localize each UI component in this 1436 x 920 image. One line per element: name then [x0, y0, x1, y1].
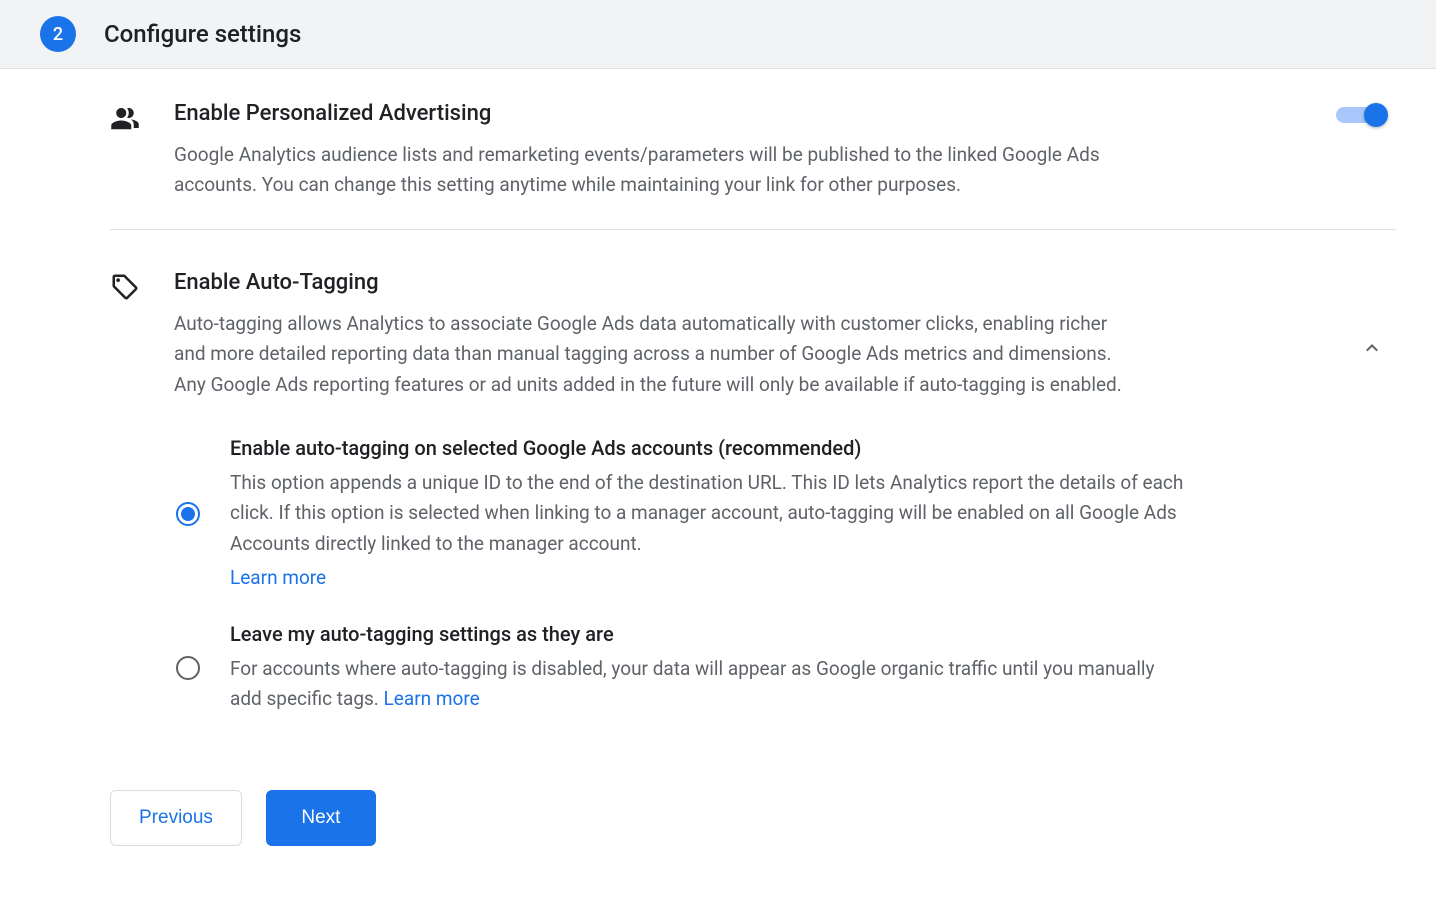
radio-option-enable-auto-tagging: Enable auto-tagging on selected Google A… [174, 436, 1326, 594]
people-icon [110, 101, 142, 201]
next-button[interactable]: Next [266, 790, 376, 846]
section-description: Google Analytics audience lists and rema… [174, 140, 1134, 201]
section-toggle-area [1336, 101, 1396, 201]
section-body: Enable Auto-Tagging Auto-tagging allows … [174, 270, 1326, 743]
learn-more-link[interactable]: Learn more [230, 563, 1190, 593]
section-description: Auto-tagging allows Analytics to associa… [174, 309, 1134, 400]
button-row: Previous Next [110, 790, 1396, 846]
section-expand-area [1358, 270, 1396, 743]
radio-enable-auto-tagging[interactable] [176, 502, 200, 526]
learn-more-link[interactable]: Learn more [384, 687, 480, 710]
previous-button[interactable]: Previous [110, 790, 242, 846]
auto-tagging-radio-group: Enable auto-tagging on selected Google A… [174, 436, 1326, 714]
radio-description: This option appends a unique ID to the e… [230, 468, 1190, 594]
radio-description: For accounts where auto-tagging is disab… [230, 654, 1190, 715]
radio-title: Leave my auto-tagging settings as they a… [230, 622, 1190, 646]
radio-title: Enable auto-tagging on selected Google A… [230, 436, 1190, 460]
radio-option-leave-settings: Leave my auto-tagging settings as they a… [174, 622, 1326, 715]
personalized-advertising-toggle[interactable] [1336, 105, 1386, 125]
tag-icon [110, 270, 142, 743]
section-title: Enable Auto-Tagging [174, 270, 1326, 295]
section-personalized-advertising: Enable Personalized Advertising Google A… [110, 101, 1396, 230]
step-number-badge: 2 [40, 16, 76, 52]
page-title: Configure settings [104, 20, 301, 48]
section-auto-tagging: Enable Auto-Tagging Auto-tagging allows … [110, 270, 1396, 771]
radio-leave-settings[interactable] [176, 656, 200, 680]
content-area: Enable Personalized Advertising Google A… [0, 69, 1436, 886]
section-title: Enable Personalized Advertising [174, 101, 1304, 126]
section-body: Enable Personalized Advertising Google A… [174, 101, 1304, 201]
page-header: 2 Configure settings [0, 0, 1436, 69]
chevron-up-icon[interactable] [1358, 334, 1386, 362]
